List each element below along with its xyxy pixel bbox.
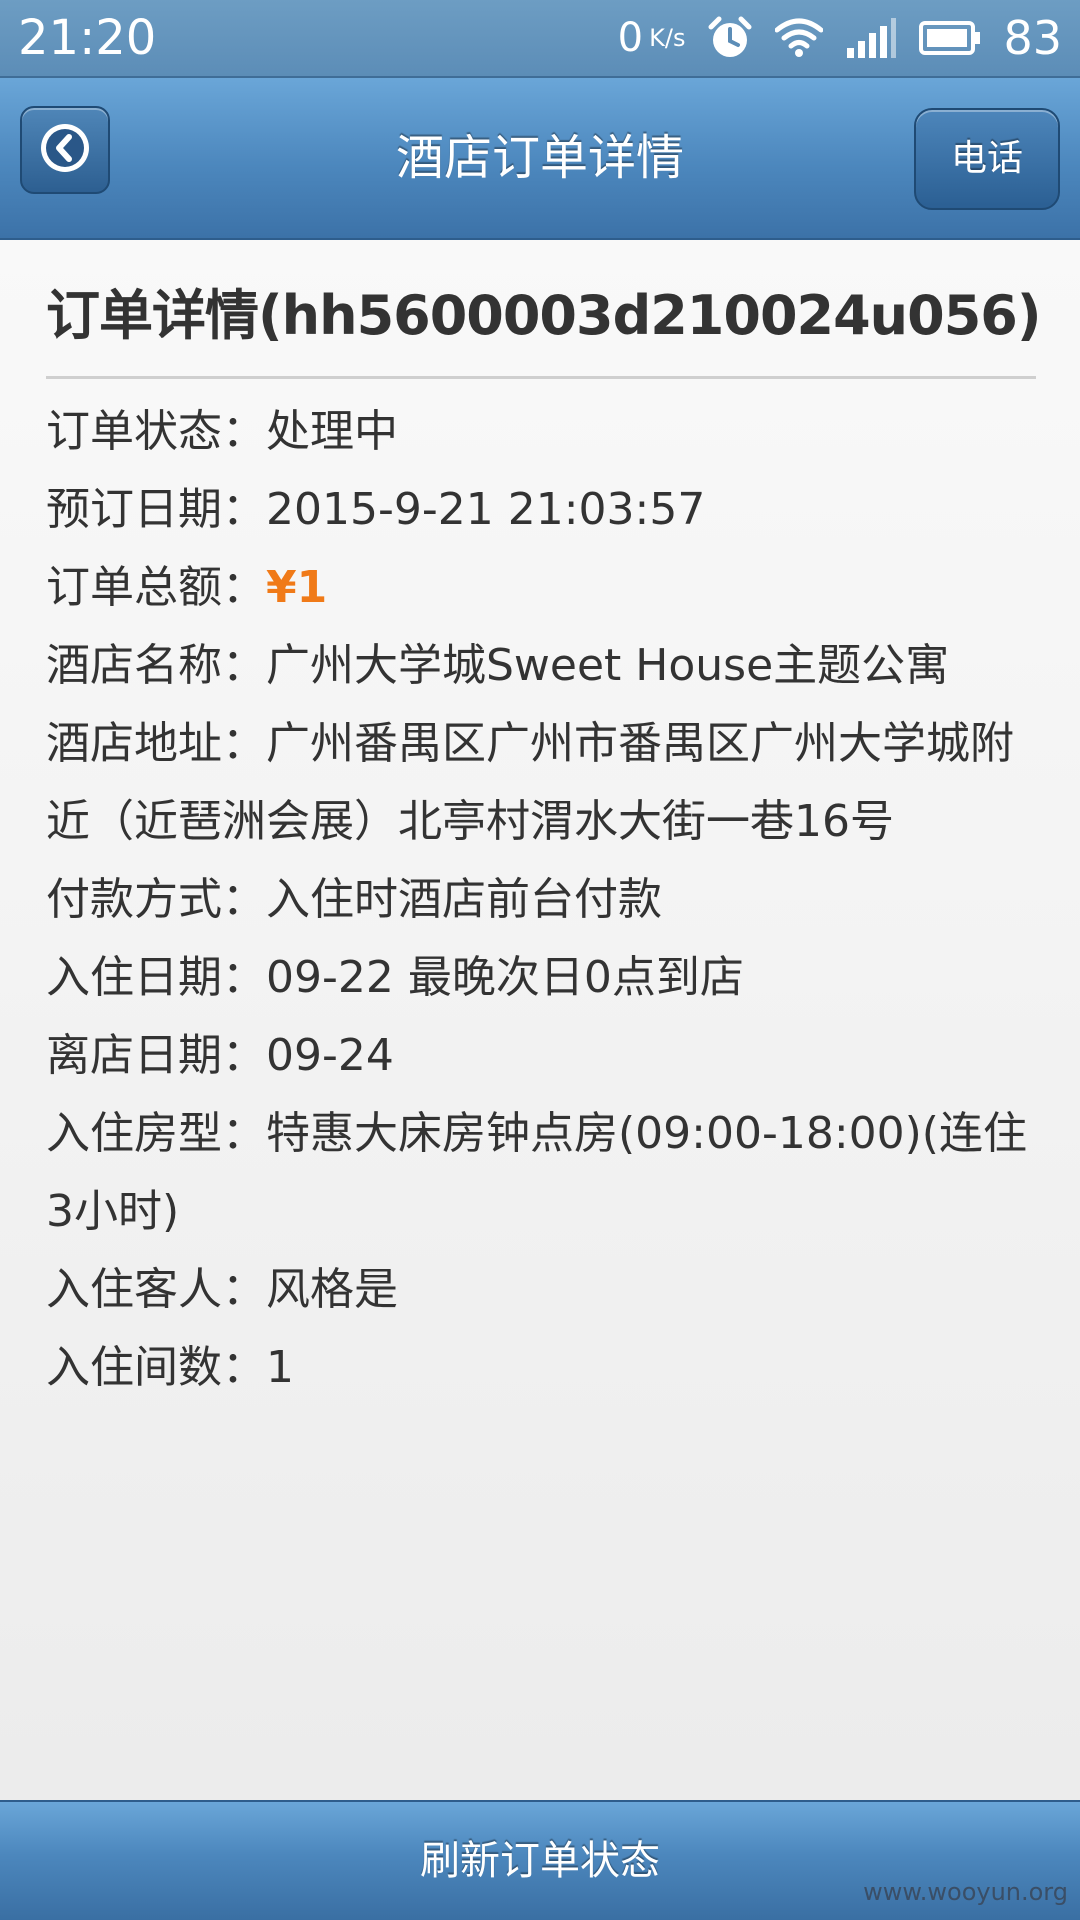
status-icons: 0 K/s 83 — [618, 10, 1062, 66]
status-time: 21:20 — [18, 10, 157, 66]
checkin-date-value: 09-22 最晚次日0点到店 — [266, 952, 744, 1003]
field-label: 订单总额： — [46, 562, 266, 613]
field-room-count: 入住间数：1 — [46, 1329, 1036, 1407]
order-fields: 订单状态：处理中 预订日期：2015-9-21 21:03:57 订单总额：¥1… — [46, 393, 1036, 1407]
order-total-value: ¥1 — [266, 562, 328, 613]
field-order-total: 订单总额：¥1 — [46, 549, 1036, 627]
field-order-status: 订单状态：处理中 — [46, 393, 1036, 471]
field-label: 预订日期： — [46, 484, 266, 535]
field-booking-date: 预订日期：2015-9-21 21:03:57 — [46, 471, 1036, 549]
room-count-value: 1 — [266, 1342, 294, 1393]
field-label: 入住日期： — [46, 952, 266, 1003]
network-speed: 0 K/s — [618, 10, 686, 66]
booking-date-value: 2015-9-21 21:03:57 — [266, 484, 706, 535]
bottom-bar: 刷新订单状态 www.wooyun.org — [0, 1800, 1080, 1920]
field-hotel-name: 酒店名称：广州大学城Sweet House主题公寓 — [46, 627, 1036, 705]
chevron-left-icon — [39, 122, 91, 178]
order-details-content: 订单详情(hh5600003d210024u056) 订单状态：处理中 预订日期… — [46, 240, 1042, 1407]
guest-value: 风格是 — [266, 1264, 398, 1315]
order-status-value: 处理中 — [266, 406, 398, 457]
field-label: 离店日期： — [46, 1030, 266, 1081]
signal-icon — [845, 18, 897, 58]
phone-button[interactable]: 电话 — [914, 108, 1060, 210]
field-hotel-address: 酒店地址：广州番禺区广州市番禺区广州大学城附近（近琶洲会展）北亭村渭水大街一巷1… — [46, 705, 1036, 861]
field-room-type: 入住房型：特惠大床房钟点房(09:00-18:00)(连住3小时) — [46, 1095, 1036, 1251]
page-title: 酒店订单详情 — [395, 130, 684, 186]
field-payment-method: 付款方式：入住时酒店前台付款 — [46, 861, 1036, 939]
watermark: www.wooyun.org — [863, 1878, 1068, 1906]
wifi-icon — [775, 18, 824, 58]
checkout-date-value: 09-24 — [266, 1030, 394, 1081]
field-guest: 入住客人：风格是 — [46, 1251, 1036, 1329]
back-button[interactable] — [20, 106, 110, 194]
alarm-icon — [707, 15, 753, 61]
field-checkin-date: 入住日期：09-22 最晚次日0点到店 — [46, 939, 1036, 1017]
order-heading: 订单详情(hh5600003d210024u056) — [46, 240, 1042, 379]
payment-method-value: 入住时酒店前台付款 — [266, 874, 662, 925]
field-checkout-date: 离店日期：09-24 — [46, 1017, 1036, 1095]
field-label: 入住间数： — [46, 1342, 266, 1393]
field-label: 酒店名称： — [46, 640, 266, 691]
battery-icon — [919, 21, 981, 55]
field-label: 入住客人： — [46, 1264, 266, 1315]
field-label: 酒店地址： — [46, 718, 266, 769]
battery-level: 83 — [1003, 11, 1062, 65]
field-label: 付款方式： — [46, 874, 266, 925]
field-label: 订单状态： — [46, 406, 266, 457]
network-speed-value: 0 — [617, 15, 644, 61]
title-bar: 酒店订单详情 电话 — [0, 76, 1080, 240]
field-label: 入住房型： — [46, 1108, 266, 1159]
network-speed-unit: K/s — [649, 24, 686, 52]
status-bar: 21:20 0 K/s 83 — [0, 0, 1080, 76]
hotel-name-value: 广州大学城Sweet House主题公寓 — [266, 640, 950, 691]
